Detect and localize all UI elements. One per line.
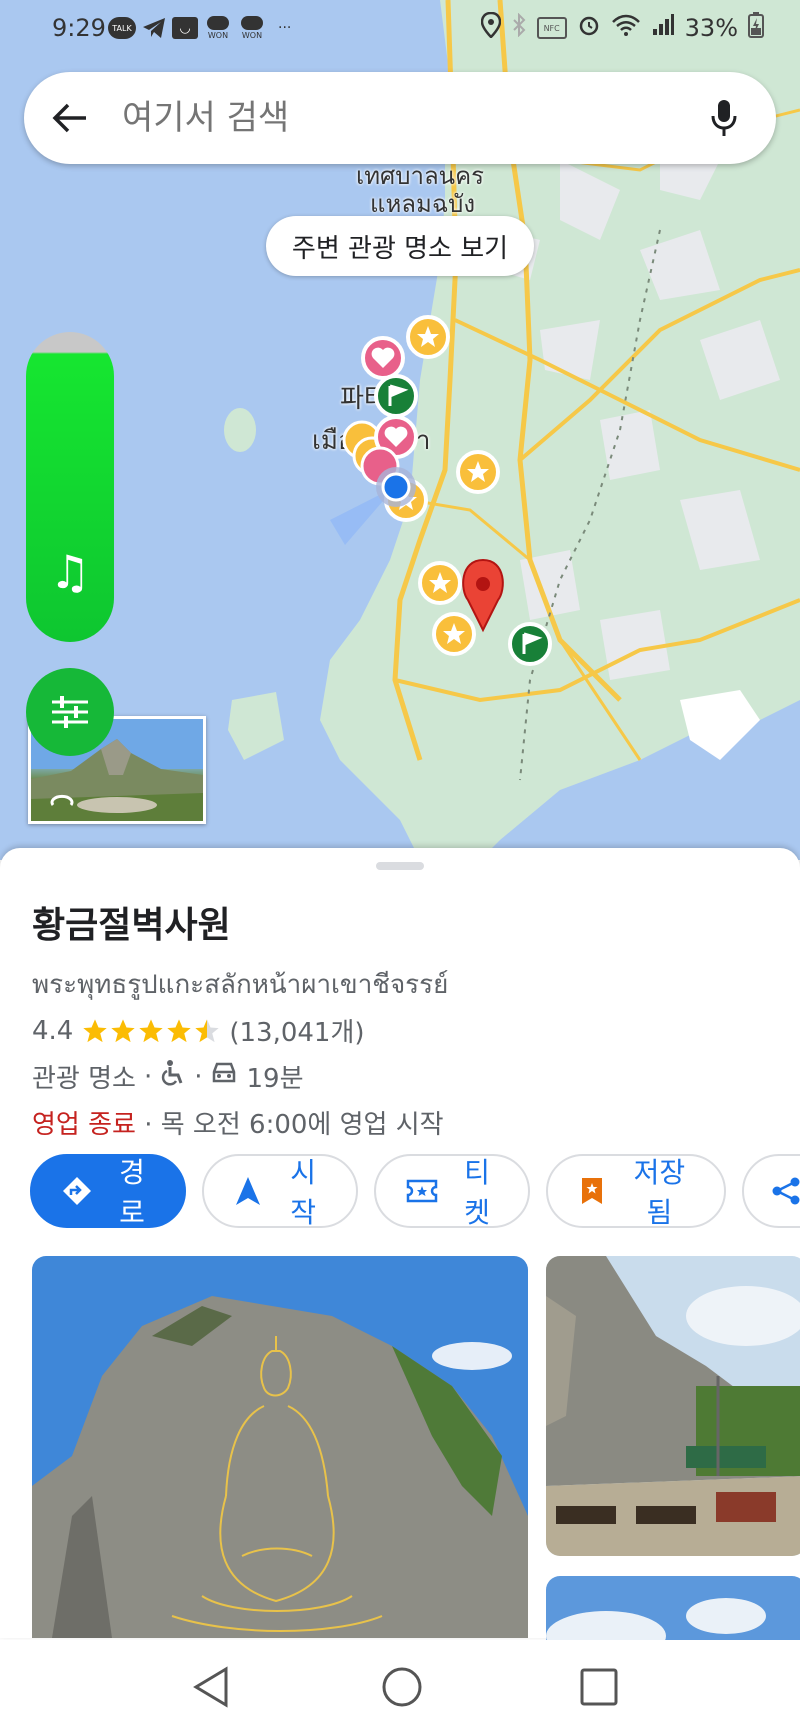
drive-time: 19분 (246, 1064, 304, 1094)
attraction-pin[interactable] (418, 561, 462, 605)
telegram-icon (142, 17, 166, 39)
home-nav-icon[interactable] (377, 1662, 427, 1712)
back-nav-icon[interactable] (186, 1662, 236, 1712)
directions-icon (62, 1175, 92, 1207)
start-label: 시작 (290, 1156, 317, 1228)
kakaotalk-icon: TALK (108, 17, 136, 39)
microphone-icon[interactable] (704, 98, 744, 138)
search-input[interactable] (120, 97, 704, 139)
system-navigation-bar (0, 1640, 800, 1733)
place-photo[interactable] (546, 1256, 800, 1556)
open-status: 영업 종료 (32, 1110, 136, 1140)
search-bar[interactable] (24, 72, 776, 164)
current-location-dot (376, 467, 416, 507)
review-count: (13,041개) (229, 1018, 365, 1048)
opening-hours: · 목 오전 6:00에 영업 시작 (144, 1110, 444, 1140)
rating-value: 4.4 (32, 1015, 74, 1046)
equalizer-icon (52, 696, 88, 728)
favorite-pin[interactable] (361, 336, 405, 380)
star-icon (83, 1018, 108, 1042)
status-time: 9:29 (52, 14, 106, 42)
place-title: 황금절벽사원 (32, 905, 231, 946)
won-icon: WON (238, 14, 266, 42)
wheelchair-accessible-icon (160, 1059, 186, 1094)
box-icon: ◡ (172, 17, 198, 39)
directions-label: 경로 (119, 1156, 145, 1228)
drag-handle[interactable] (376, 862, 424, 870)
back-arrow-icon[interactable] (50, 98, 90, 138)
place-category: 관광 명소 (32, 1064, 136, 1094)
nfc-icon: NFC (536, 17, 567, 39)
star-rating (81, 1017, 221, 1045)
ticket-icon (406, 1175, 438, 1207)
star-icon (139, 1018, 164, 1042)
attraction-pin[interactable] (456, 450, 500, 494)
tickets-label: 티켓 (464, 1156, 490, 1228)
start-button[interactable]: 시작 (202, 1154, 358, 1228)
attraction-pin[interactable] (406, 315, 450, 359)
saved-button[interactable]: 저장됨 (546, 1154, 726, 1228)
attraction-pin[interactable] (432, 612, 476, 656)
maps-app-screen: เทศบาลนคร แหลมฉบัง 파타야 เมืองพัทยา (0, 0, 800, 1733)
star-icon (111, 1018, 136, 1042)
action-buttons: 경로 시작 티켓 저장됨 (30, 1154, 800, 1228)
tickets-button[interactable]: 티켓 (374, 1154, 530, 1228)
signal-icon (651, 13, 675, 43)
flag-pin[interactable] (508, 622, 552, 666)
battery-percentage: 33% (684, 14, 738, 42)
battery-charging-icon (748, 12, 764, 44)
notification-icons: TALK ◡ WON WON ··· (108, 14, 291, 42)
floating-music-widget[interactable]: ♫ (26, 332, 114, 642)
navigation-arrow-icon (234, 1175, 262, 1207)
alarm-icon (577, 13, 601, 43)
flag-pin[interactable] (374, 374, 418, 418)
won-icon: WON (204, 14, 232, 42)
half-star-icon (195, 1018, 220, 1042)
rating-row[interactable]: 4.4 (13,041개) (32, 1012, 365, 1049)
wifi-icon (611, 13, 641, 43)
more-notifications-icon: ··· (278, 20, 292, 36)
temple-grounds-photo (546, 1256, 800, 1556)
location-icon (480, 11, 501, 44)
recents-nav-icon[interactable] (574, 1662, 624, 1712)
car-icon (210, 1061, 238, 1092)
hours-row[interactable]: 영업 종료 · 목 오전 6:00에 영업 시작 (32, 1104, 444, 1141)
equalizer-button[interactable] (26, 668, 114, 756)
info-row: 관광 명소 · · 19분 (32, 1058, 304, 1095)
status-bar: 9:29 TALK ◡ WON WON ··· NFC 33% (0, 0, 800, 58)
directions-button[interactable]: 경로 (30, 1154, 186, 1228)
bookmark-star-icon (578, 1175, 607, 1207)
nearby-attractions-chip[interactable]: 주변 관광 명소 보기 (266, 216, 534, 276)
place-bottom-sheet[interactable]: 황금절벽사원 พระพุทธรูปแกะสลักหน้าผาเขาชีจรรย์… (0, 848, 800, 1676)
share-icon (770, 1175, 800, 1207)
place-local-name: พระพุทธรูปแกะสลักหน้าผาเขาชีจรรย์ (32, 970, 449, 1000)
bluetooth-icon (511, 12, 527, 43)
star-icon (167, 1018, 192, 1042)
system-status-icons: NFC 33% (480, 11, 764, 44)
music-note-icon: ♫ (49, 545, 91, 599)
saved-label: 저장됨 (633, 1156, 686, 1228)
share-button[interactable] (742, 1154, 800, 1228)
buddha-cliff-photo (32, 1256, 528, 1638)
place-photo-main[interactable] (32, 1256, 528, 1638)
